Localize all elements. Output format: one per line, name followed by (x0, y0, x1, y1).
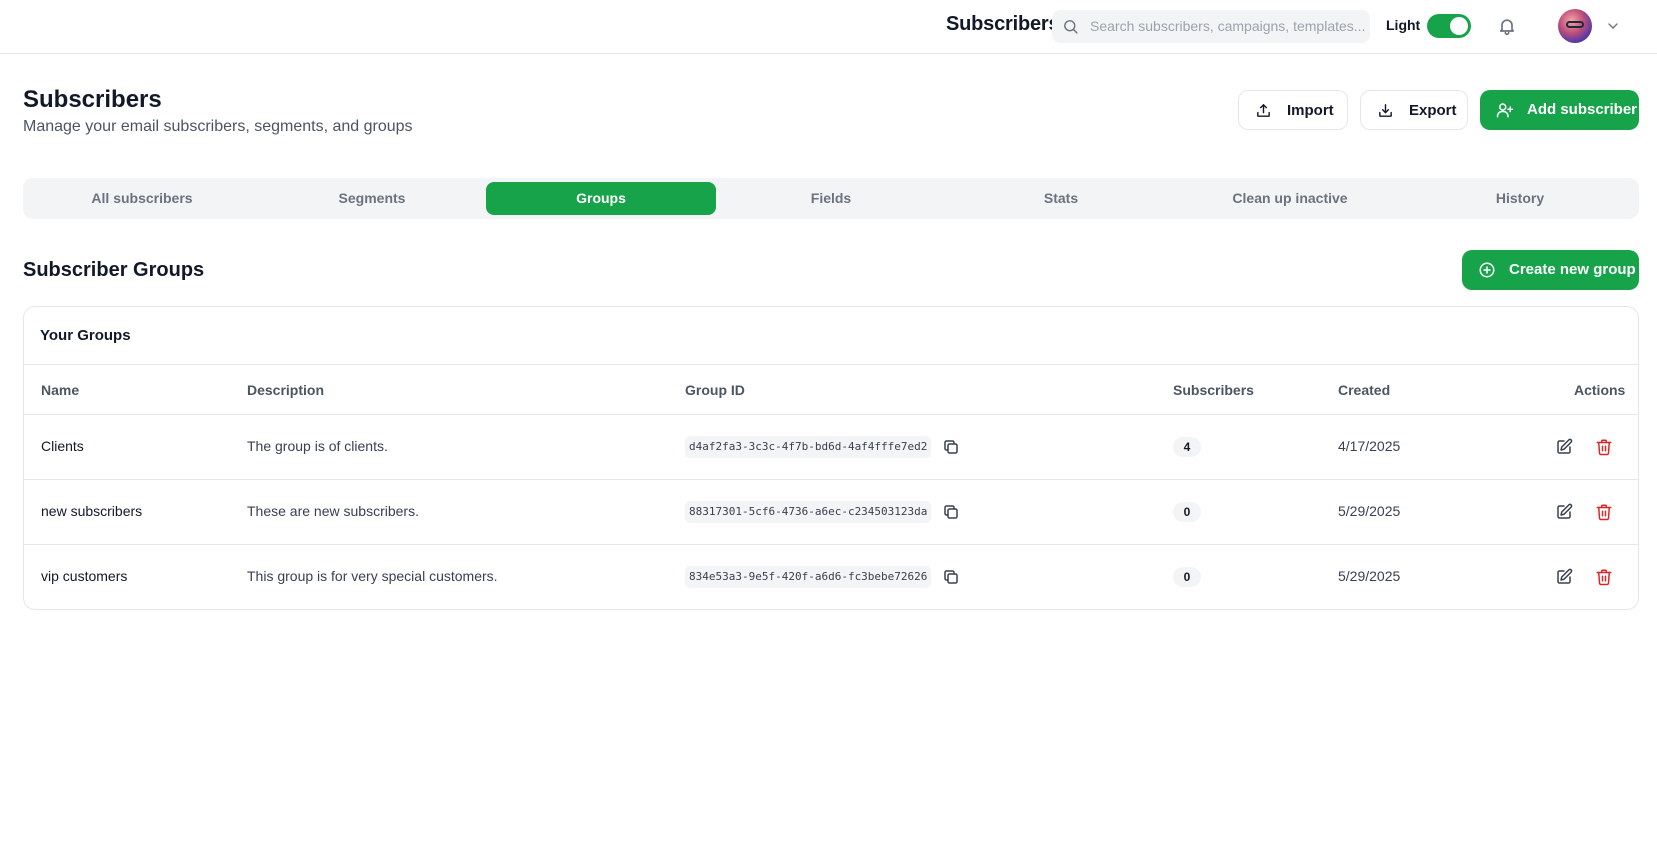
bell-icon[interactable] (1497, 16, 1517, 36)
import-label: Import (1287, 102, 1334, 119)
group-id: 834e53a3-9e5f-420f-a6d6-fc3bebe72626 (685, 566, 932, 588)
user-plus-icon (1496, 103, 1514, 118)
tab-segments[interactable]: Segments (257, 182, 487, 215)
download-icon (1379, 104, 1392, 117)
top-bar: Subscribers Search subscribers, campaign… (0, 0, 1657, 54)
trash-icon[interactable] (1595, 568, 1613, 586)
tab-groups[interactable]: Groups (486, 182, 716, 215)
created-date: 4/17/2025 (1338, 438, 1401, 454)
search-input[interactable]: Search subscribers, campaigns, templates… (1090, 18, 1365, 34)
create-group-button[interactable]: Create new group (1462, 250, 1639, 290)
add-subscriber-button[interactable]: Add subscriber (1480, 90, 1639, 130)
tab-clean-up-inactive[interactable]: Clean up inactive (1175, 182, 1405, 215)
group-description: This group is for very special customers… (247, 568, 498, 584)
edit-icon[interactable] (1555, 568, 1573, 586)
page-title: Subscribers (23, 86, 162, 113)
divider (24, 479, 1638, 480)
tab-all-subscribers[interactable]: All subscribers (27, 182, 257, 215)
avatar-glasses (1566, 21, 1584, 28)
chevron-down-icon[interactable] (1605, 18, 1621, 34)
copy-icon[interactable] (942, 568, 960, 586)
tab-stats[interactable]: Stats (946, 182, 1176, 215)
subscriber-count-badge: 4 (1173, 437, 1201, 457)
theme-toggle[interactable] (1427, 14, 1471, 38)
topbar-title: Subscribers (946, 13, 1060, 35)
divider (24, 414, 1638, 415)
edit-icon[interactable] (1555, 503, 1573, 521)
group-id: 88317301-5cf6-4736-a6ec-c234503123da (685, 501, 932, 523)
upload-icon (1257, 104, 1270, 117)
groups-card: Your Groups Name Description Group ID Su… (23, 306, 1639, 610)
column-header-created: Created (1338, 382, 1391, 398)
column-header-name: Name (41, 382, 80, 398)
plus-circle-icon (1479, 262, 1495, 278)
theme-label: Light (1386, 17, 1421, 33)
group-name: new subscribers (41, 503, 143, 519)
toggle-knob (1450, 17, 1468, 35)
tab-bar: All subscribers Segments Groups Fields S… (23, 178, 1639, 219)
created-date: 5/29/2025 (1338, 503, 1401, 519)
group-name: Clients (41, 438, 84, 454)
trash-icon[interactable] (1595, 503, 1613, 521)
trash-icon[interactable] (1595, 438, 1613, 456)
search-icon (1064, 20, 1078, 34)
divider (24, 364, 1638, 365)
tab-fields[interactable]: Fields (716, 182, 946, 215)
group-name: vip customers (41, 568, 128, 584)
group-id: d4af2fa3-3c3c-4f7b-bd6d-4af4fffe7ed2 (685, 436, 932, 458)
add-subscriber-label: Add subscriber (1527, 101, 1638, 118)
column-header-subscribers: Subscribers (1173, 382, 1254, 398)
tab-history[interactable]: History (1405, 182, 1635, 215)
create-group-label: Create new group (1509, 261, 1636, 278)
export-button[interactable]: Export (1360, 90, 1468, 130)
copy-icon[interactable] (942, 503, 960, 521)
column-header-group-id: Group ID (685, 382, 745, 398)
copy-icon[interactable] (942, 438, 960, 456)
divider (24, 544, 1638, 545)
import-button[interactable]: Import (1238, 90, 1348, 130)
card-title: Your Groups (40, 327, 131, 344)
column-header-description: Description (247, 382, 325, 398)
group-description: These are new subscribers. (247, 503, 419, 519)
subscriber-count-badge: 0 (1173, 567, 1201, 587)
edit-icon[interactable] (1555, 438, 1573, 456)
page-subtitle: Manage your email subscribers, segments,… (23, 118, 413, 135)
search-box[interactable]: Search subscribers, campaigns, templates… (1052, 10, 1370, 43)
export-label: Export (1409, 102, 1457, 119)
column-header-actions: Actions (1574, 382, 1626, 398)
section-title: Subscriber Groups (23, 259, 205, 281)
subscriber-count-badge: 0 (1173, 502, 1201, 522)
avatar[interactable] (1558, 9, 1592, 43)
created-date: 5/29/2025 (1338, 568, 1401, 584)
group-description: The group is of clients. (247, 438, 388, 454)
